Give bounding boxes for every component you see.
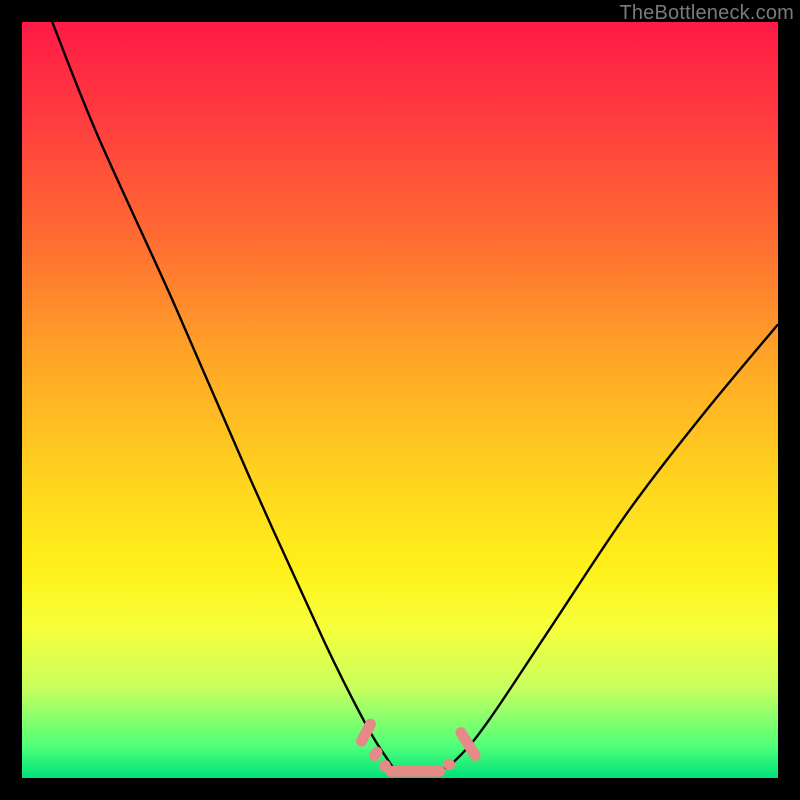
valley-marker	[354, 717, 378, 749]
chart-stage: TheBottleneck.com	[0, 0, 800, 800]
curve-layer	[22, 22, 778, 778]
valley-marker	[367, 744, 385, 763]
valley-marker	[385, 766, 445, 777]
valley-marker-group	[354, 717, 483, 777]
plot-area	[22, 22, 778, 778]
bottleneck-curve-path	[52, 22, 778, 772]
